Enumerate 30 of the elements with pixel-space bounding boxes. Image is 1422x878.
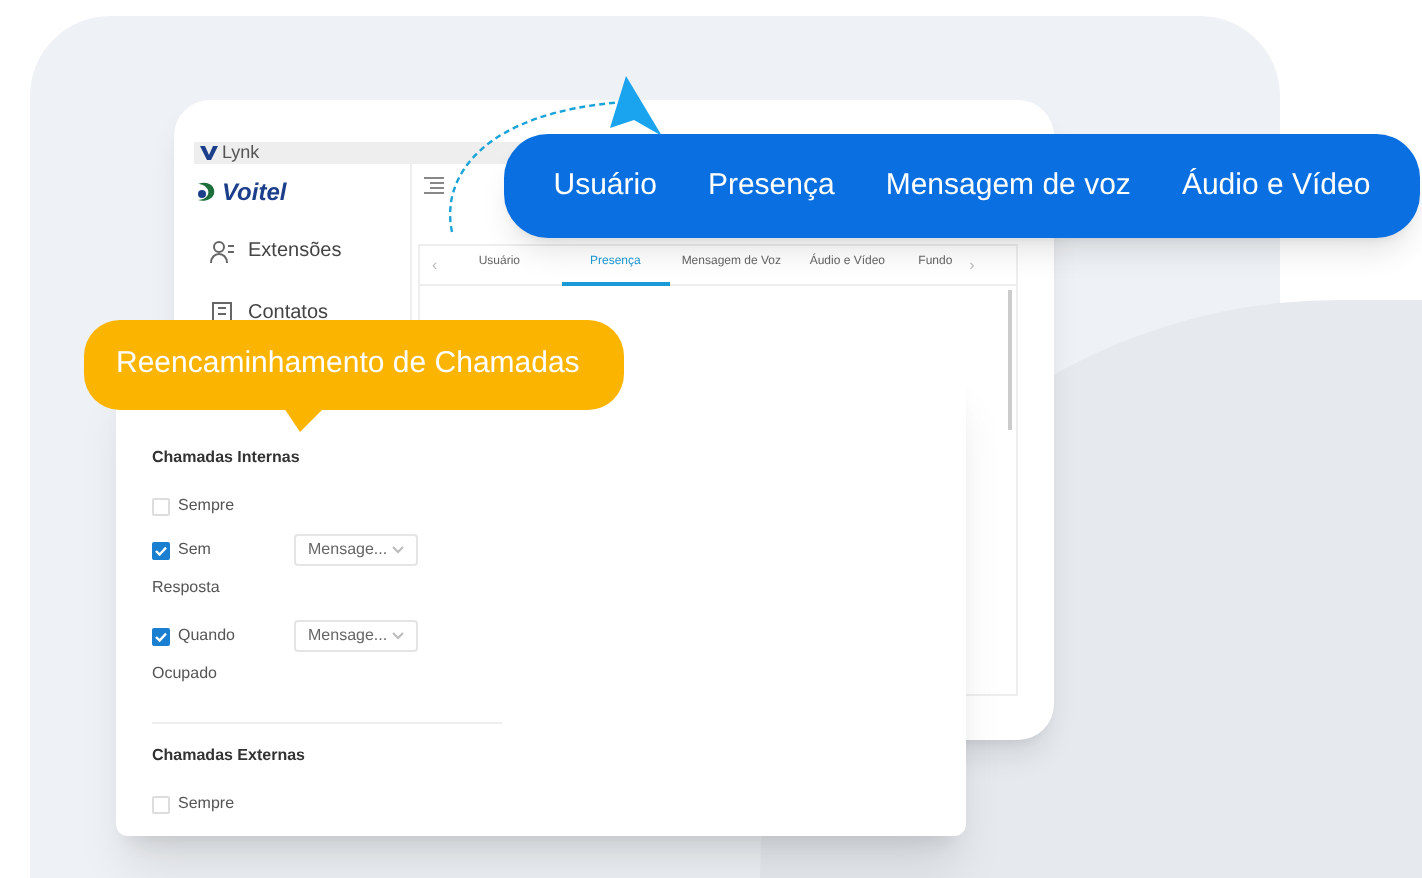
option-label: Resposta bbox=[152, 576, 222, 600]
logo-icon bbox=[194, 180, 218, 204]
window-title: Lynk bbox=[222, 144, 260, 162]
menu-icon[interactable] bbox=[424, 176, 444, 194]
section-heading: Chamadas Internas bbox=[152, 446, 302, 470]
tab-label[interactable]: Usuário bbox=[553, 163, 657, 209]
option-label: Sempre bbox=[178, 792, 237, 816]
callout-text: Reencaminhamento de Chamadas bbox=[116, 344, 580, 385]
checkbox[interactable] bbox=[152, 541, 170, 559]
tab-label[interactable]: Mensagem de voz bbox=[885, 163, 1131, 209]
chevron-down-icon bbox=[392, 632, 404, 640]
pointer-icon bbox=[610, 76, 662, 136]
section-heading: Chamadas Externas bbox=[152, 744, 307, 768]
checkbox[interactable] bbox=[152, 795, 170, 813]
logo-text: Voitel bbox=[222, 180, 287, 204]
option-label: Ocupado bbox=[152, 662, 219, 686]
option-label: Quando bbox=[178, 624, 237, 648]
person-icon bbox=[210, 239, 234, 263]
chevron-down-icon bbox=[392, 546, 404, 554]
option-label: Sempre bbox=[178, 494, 237, 518]
tab-label[interactable]: Áudio e Vídeo bbox=[1181, 163, 1371, 209]
checkbox[interactable] bbox=[152, 497, 170, 515]
dropdown[interactable]: Mensage... bbox=[294, 534, 418, 566]
checkbox[interactable] bbox=[152, 627, 170, 645]
dropdown[interactable]: Mensage... bbox=[294, 620, 418, 652]
tab-label[interactable]: Presença bbox=[707, 163, 835, 209]
sidebar-item[interactable]: Extensões bbox=[210, 236, 342, 266]
v-logo-icon bbox=[200, 146, 218, 160]
option-label: Sem bbox=[178, 538, 213, 562]
scrollbar[interactable] bbox=[1008, 290, 1012, 430]
